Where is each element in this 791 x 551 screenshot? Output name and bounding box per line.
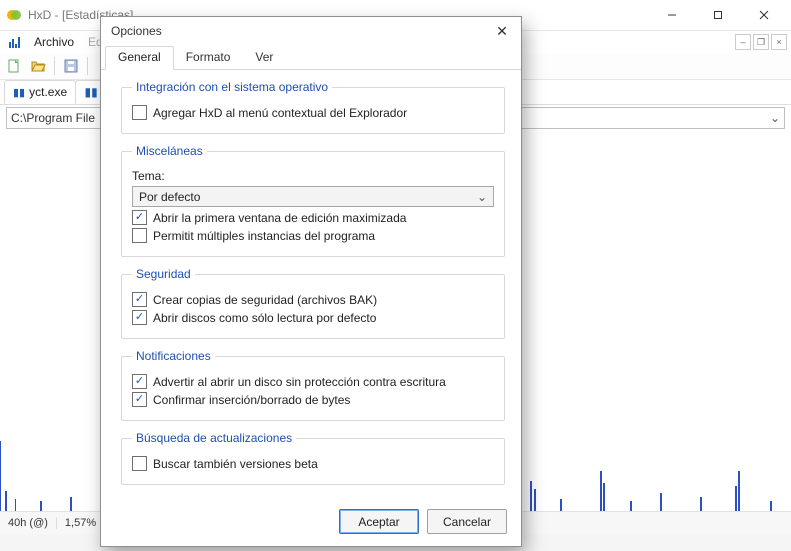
lbl-bak: Crear copias de seguridad (archivos BAK) <box>153 293 377 307</box>
chk-multi-inst[interactable] <box>132 228 147 243</box>
lbl-warn: Advertir al abrir un disco sin protecció… <box>153 375 446 389</box>
dialog-close[interactable]: ✕ <box>493 22 511 40</box>
ok-button[interactable]: Aceptar <box>339 509 419 534</box>
tab-general[interactable]: General <box>105 46 174 70</box>
app-icon <box>6 7 22 23</box>
barchart-icon: ▮▮ <box>13 86 25 99</box>
tb-new[interactable] <box>4 56 24 76</box>
file-tab-label: yct.exe <box>29 85 67 99</box>
legend-misc: Misceláneas <box>132 144 207 158</box>
chk-open-max[interactable] <box>132 210 147 225</box>
chk-bak[interactable] <box>132 292 147 307</box>
mdi-restore[interactable]: ❐ <box>753 34 769 50</box>
group-misc: Misceláneas Tema: Por defecto ⌄ Abrir la… <box>121 144 505 257</box>
window-maximize[interactable] <box>695 0 741 30</box>
select-theme-value: Por defecto <box>139 190 200 204</box>
chevron-down-icon: ⌄ <box>770 111 780 125</box>
select-theme[interactable]: Por defecto ⌄ <box>132 186 494 207</box>
tb-open[interactable] <box>28 56 48 76</box>
tb-save[interactable] <box>61 56 81 76</box>
chk-warn[interactable] <box>132 374 147 389</box>
lbl-ro: Abrir discos como sólo lectura por defec… <box>153 311 376 325</box>
tab-ver[interactable]: Ver <box>242 46 286 70</box>
lbl-confirm: Confirmar inserción/borrado de bytes <box>153 393 350 407</box>
menu-archivo[interactable]: Archivo <box>28 33 80 51</box>
legend-notif: Notificaciones <box>132 349 215 363</box>
legend-updates: Búsqueda de actualizaciones <box>132 431 296 445</box>
lbl-beta: Buscar también versiones beta <box>153 457 318 471</box>
mdi-close[interactable]: × <box>771 34 787 50</box>
file-tab-yct[interactable]: ▮▮ yct.exe <box>4 80 76 104</box>
lbl-open-max: Abrir la primera ventana de edición maxi… <box>153 211 406 225</box>
window-close[interactable] <box>741 0 787 30</box>
dialog-titlebar: Opciones ✕ <box>101 17 521 45</box>
group-updates: Búsqueda de actualizaciones Buscar tambi… <box>121 431 505 485</box>
legend-os: Integración con el sistema operativo <box>132 80 332 94</box>
tb-sep2 <box>87 57 88 75</box>
tab-formato[interactable]: Formato <box>173 46 244 70</box>
lbl-multi-inst: Permitit múltiples instancias del progra… <box>153 229 375 243</box>
mdi-controls: – ❐ × <box>735 34 787 50</box>
cancel-button[interactable]: Cancelar <box>427 509 507 534</box>
chk-confirm[interactable] <box>132 392 147 407</box>
status-hex: 40h (@) <box>0 517 56 529</box>
tb-sep <box>54 57 55 75</box>
chk-ro[interactable] <box>132 310 147 325</box>
chevron-down-icon: ⌄ <box>477 190 487 204</box>
legend-security: Seguridad <box>132 267 195 281</box>
dialog-tabs: General Formato Ver <box>101 45 521 70</box>
window-minimize[interactable] <box>649 0 695 30</box>
mdi-minimize[interactable]: – <box>735 34 751 50</box>
group-os: Integración con el sistema operativo Agr… <box>121 80 505 134</box>
options-dialog: Opciones ✕ General Formato Ver Integraci… <box>100 16 522 547</box>
chart-icon <box>4 35 26 49</box>
lbl-add-context: Agregar HxD al menú contextual del Explo… <box>153 106 407 120</box>
group-notif: Notificaciones Advertir al abrir un disc… <box>121 349 505 421</box>
chk-beta[interactable] <box>132 456 147 471</box>
chk-add-context[interactable] <box>132 105 147 120</box>
dialog-title: Opciones <box>111 24 162 38</box>
lbl-theme: Tema: <box>132 169 165 183</box>
path-value: C:\Program File <box>11 111 95 125</box>
group-security: Seguridad Crear copias de seguridad (arc… <box>121 267 505 339</box>
status-percent: 1,57% <box>56 517 104 529</box>
